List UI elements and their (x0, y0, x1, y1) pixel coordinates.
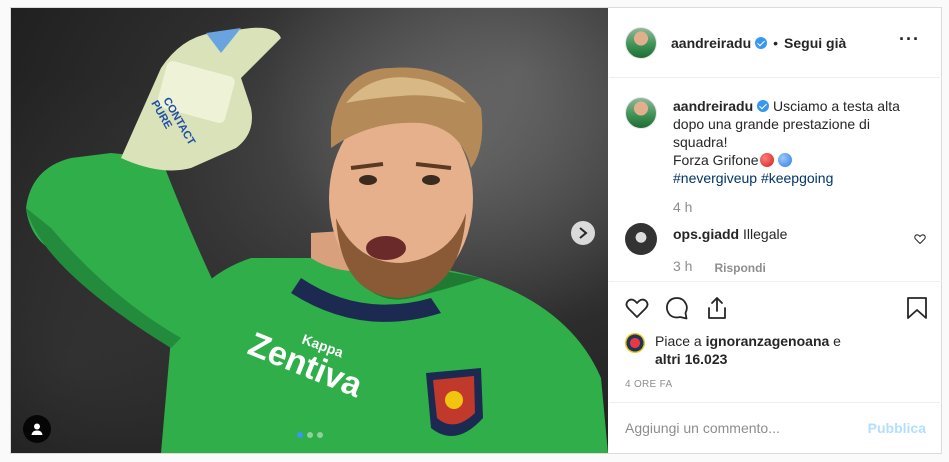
heart-icon[interactable] (625, 296, 649, 320)
following-button[interactable]: Segui già (784, 35, 846, 51)
author-avatar[interactable] (625, 26, 657, 59)
verified-badge-icon (757, 100, 770, 112)
caption-timestamp: 4 h (673, 199, 693, 215)
author-username[interactable]: aandreiradu (671, 35, 751, 51)
comment-text: Illegale (743, 226, 788, 242)
share-icon[interactable] (705, 296, 729, 320)
likes-count[interactable]: altri 16.023 (655, 351, 727, 367)
likes-text: Piace a ignoranzagenoana e altri 16.023 (655, 332, 841, 368)
post-caption: aandreiradu Usciamo a testa alta dopo un… (625, 97, 926, 187)
comments-list[interactable]: aandreiradu Usciamo a testa alta dopo un… (609, 79, 942, 281)
publish-button[interactable]: Pubblica (868, 420, 926, 436)
caption-author-username[interactable]: aandreiradu (673, 98, 753, 114)
caption-author-avatar[interactable] (625, 97, 657, 129)
likes-prefix: Piace a (655, 333, 702, 349)
comment-meta: 3 h Rispondi (673, 257, 787, 277)
likes-connector: e (833, 333, 841, 349)
header-separator: • (773, 34, 779, 51)
blue-circle-emoji-icon (777, 153, 792, 167)
comment-input[interactable] (625, 420, 868, 436)
red-circle-emoji-icon (759, 153, 774, 167)
goalkeeper-illustration: PURE CONTACT Zentiva Kappa (26, 27, 608, 453)
liker-username[interactable]: ignoranzagenoana (706, 333, 830, 349)
post-header: aandreiradu • Segui già ··· (609, 8, 942, 78)
commenter-username[interactable]: ops.giadd (673, 226, 739, 242)
bookmark-icon[interactable] (906, 296, 928, 320)
add-comment-bar: Pubblica (609, 402, 942, 453)
caption-text: aandreiradu Usciamo a testa alta dopo un… (673, 97, 913, 187)
user-tag-icon (31, 423, 43, 435)
comment-icon[interactable] (665, 296, 689, 320)
more-options-icon[interactable]: ··· (899, 30, 920, 48)
caption-hashtags[interactable]: #nevergiveup #keepgoing (673, 170, 833, 186)
post-photo[interactable]: PURE CONTACT Zentiva Kappa (11, 8, 608, 453)
commenter-avatar[interactable] (625, 223, 657, 255)
carousel-dot-active (297, 432, 303, 438)
caption-line-3: squadra! (673, 134, 728, 150)
carousel-dot (317, 432, 323, 438)
carousel-dot (307, 432, 313, 438)
caption-line-2: dopo una grande prestazione di (673, 116, 870, 132)
reply-button[interactable]: Rispondi (714, 257, 765, 277)
post-timestamp: 4 ORE FA (625, 379, 673, 390)
comment-body: ops.giadd Illegale 3 h Rispondi (673, 223, 787, 277)
liker-avatar[interactable] (625, 333, 645, 353)
likes-summary[interactable]: Piace a ignoranzagenoana e altri 16.023 (625, 332, 925, 368)
carousel-next-button[interactable] (571, 221, 595, 245)
user-tag-button[interactable] (23, 415, 51, 443)
action-bar (609, 281, 942, 321)
carousel-indicator (297, 432, 323, 438)
chevron-right-icon (579, 227, 588, 239)
verified-badge-icon (755, 36, 768, 49)
comment-timestamp: 3 h (673, 258, 693, 274)
caption-line-1: Usciamo a testa alta (773, 98, 900, 114)
post-card: PURE CONTACT Zentiva Kappa aandreiradu •… (10, 7, 942, 454)
post-sidebar: aandreiradu • Segui già ··· aandreiradu … (609, 8, 942, 453)
caption-line-4: Forza Grifone (673, 152, 759, 168)
comment-item: ops.giadd Illegale 3 h Rispondi (625, 223, 926, 277)
comment-like-heart-icon[interactable] (914, 233, 926, 245)
